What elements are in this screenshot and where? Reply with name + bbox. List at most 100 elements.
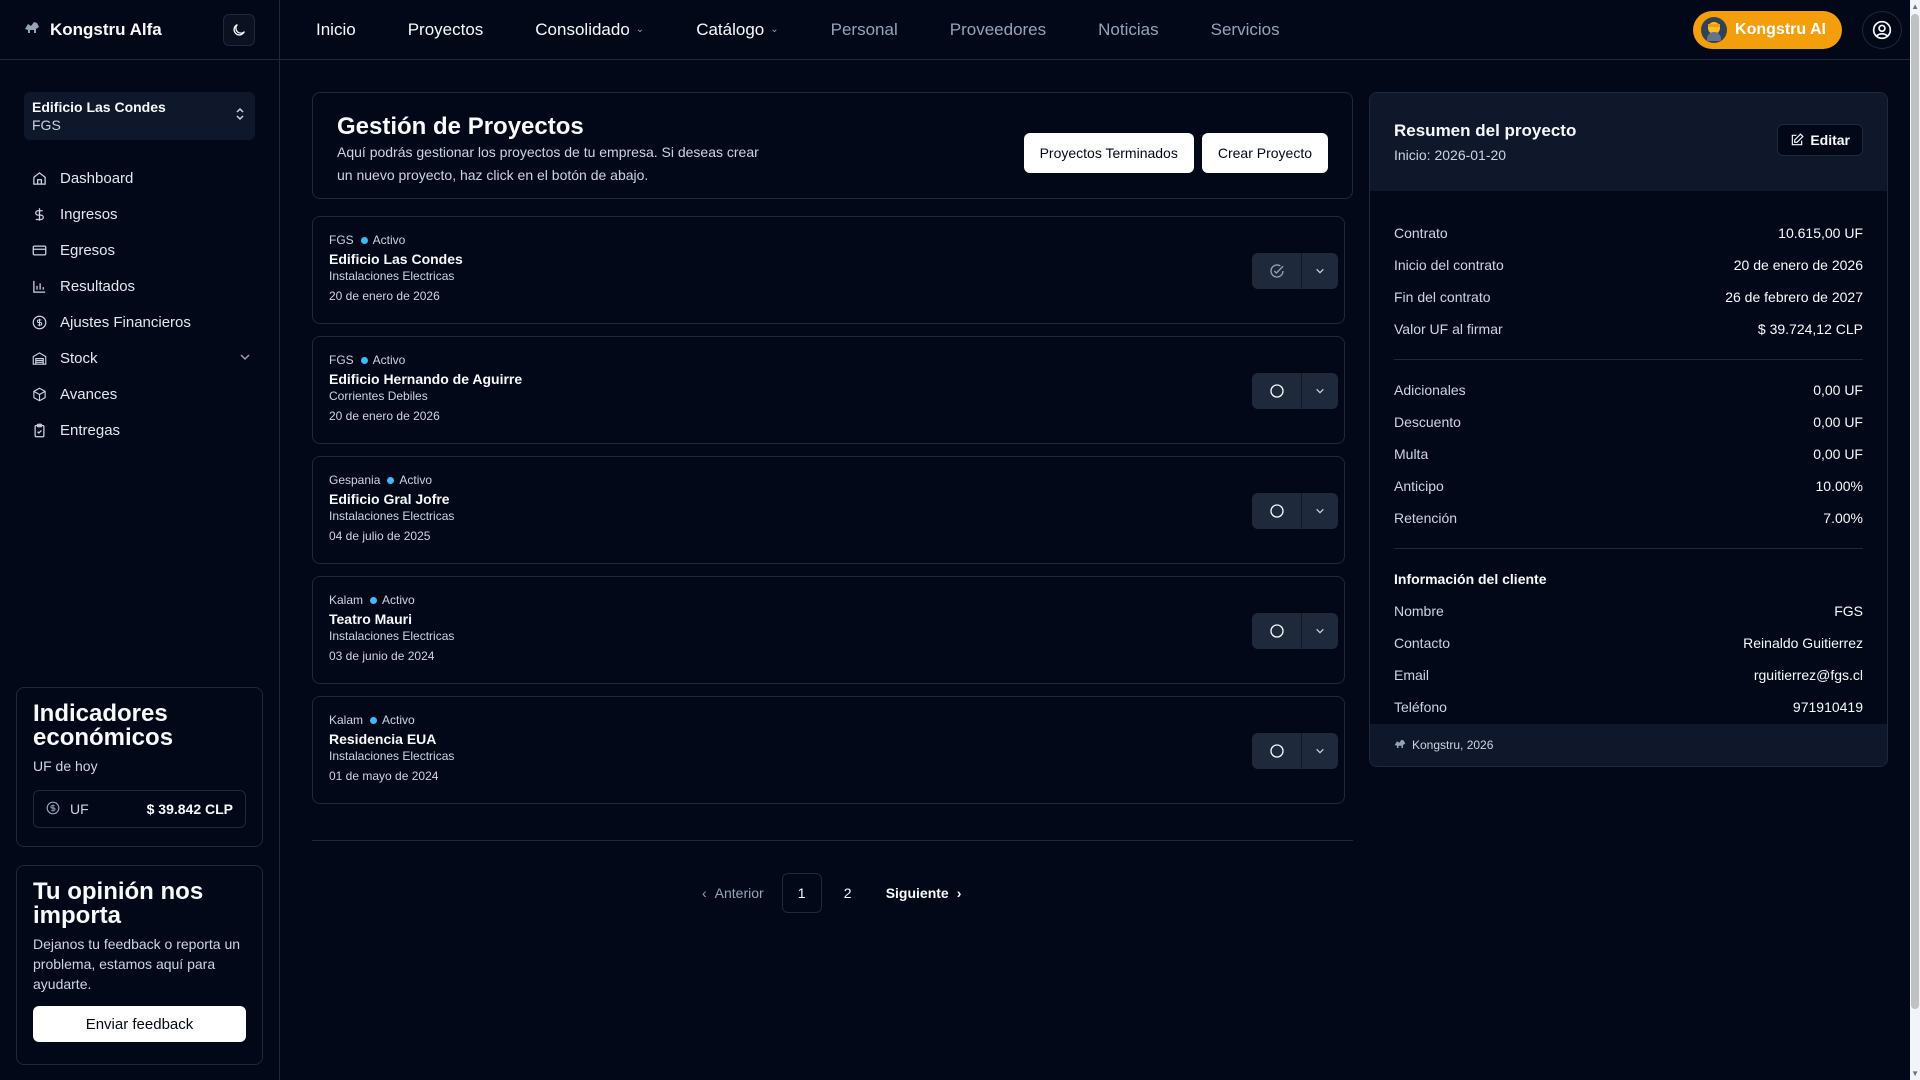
- brand-row: Kongstru Alfa: [0, 0, 279, 60]
- summary-row: Email rguitierrez@fgs.cl: [1394, 659, 1863, 691]
- expand-project-button[interactable]: [1302, 266, 1338, 276]
- summary-key: Teléfono: [1394, 699, 1447, 715]
- project-card[interactable]: FGS Activo Edificio Las Condes Instalacio…: [312, 216, 1345, 324]
- edit-icon: [1792, 133, 1804, 146]
- page-description: Aquí podrás gestionar los proyectos de t…: [337, 144, 759, 183]
- summary-row: Inicio del contrato 20 de enero de 2026: [1394, 249, 1863, 281]
- summary-value: 10.615,00 UF: [1778, 225, 1863, 241]
- summary-body: Contrato 10.615,00 UF Inicio del contrato…: [1370, 191, 1887, 723]
- pagination-page-2[interactable]: 2: [828, 873, 868, 913]
- nav-inicio[interactable]: Inicio: [316, 20, 356, 40]
- nav-label: Consolidado: [535, 19, 630, 39]
- expand-project-button[interactable]: [1302, 506, 1338, 516]
- kongstru-ai-button[interactable]: Kongstru AI: [1693, 11, 1842, 49]
- project-actions: [1252, 493, 1338, 529]
- sidebar-item-label: Resultados: [60, 277, 136, 295]
- economic-indicators-subtitle: UF de hoy: [33, 758, 98, 774]
- summary-key: Valor UF al firmar: [1394, 321, 1503, 337]
- project-name: Residencia EUA: [329, 731, 437, 747]
- project-actions: [1252, 733, 1338, 769]
- project-type: Instalaciones Electricas: [329, 269, 455, 283]
- summary-value: rguitierrez@fgs.cl: [1753, 667, 1863, 683]
- project-selector-client: FGS: [32, 117, 61, 133]
- logo-icon: [24, 20, 40, 39]
- summary-value: Reinaldo Guitierrez: [1743, 635, 1863, 651]
- project-list: FGS Activo Edificio Las Condes Instalacio…: [312, 216, 1345, 816]
- sidebar-item-resultados[interactable]: Resultados: [24, 268, 255, 304]
- expand-project-button[interactable]: [1302, 746, 1338, 756]
- nav-noticias[interactable]: Noticias: [1098, 20, 1158, 40]
- scroll-up-icon[interactable]: ▲: [1911, 2, 1919, 11]
- scroll-down-icon[interactable]: ▼: [1911, 1069, 1919, 1078]
- scrollbar-thumb[interactable]: [1911, 14, 1919, 1009]
- select-project-button[interactable]: [1252, 373, 1302, 409]
- summary-key: Descuento: [1394, 414, 1461, 430]
- kongstru-ai-label: Kongstru AI: [1735, 21, 1826, 38]
- nav-proyectos[interactable]: Proyectos: [408, 20, 484, 40]
- project-card[interactable]: Gespania Activo Edificio Gral Jofre Insta…: [312, 456, 1345, 564]
- summary-header: Resumen del proyecto Inicio: 2026-01-20 …: [1370, 93, 1887, 191]
- select-project-button[interactable]: [1252, 493, 1302, 529]
- page-scrollbar[interactable]: ▲ ▼: [1910, 0, 1920, 1080]
- project-date: 20 de enero de 2026: [329, 289, 440, 303]
- coin-icon: [28, 315, 50, 330]
- sidebar-item-ingresos[interactable]: Ingresos: [24, 196, 255, 232]
- sidebar-item-ajustes-financieros[interactable]: Ajustes Financieros: [24, 304, 255, 340]
- finished-projects-button[interactable]: Proyectos Terminados: [1023, 133, 1194, 173]
- summary-key: Retención: [1394, 510, 1458, 526]
- select-project-button[interactable]: [1252, 733, 1302, 769]
- project-meta: Gespania Activo: [329, 473, 1328, 487]
- select-project-button[interactable]: [1252, 613, 1302, 649]
- sidebar-item-dashboard[interactable]: Dashboard: [24, 160, 255, 196]
- coin-icon: [46, 801, 60, 818]
- summary-key: Contrato: [1394, 225, 1448, 241]
- sidebar-item-label: Ajustes Financieros: [60, 313, 191, 331]
- summary-footer-text: Kongstru, 2026: [1412, 738, 1494, 752]
- project-status: Activo: [382, 593, 415, 607]
- expand-project-button[interactable]: [1302, 626, 1338, 636]
- feedback-card: Tu opinión nos importa Dejanos tu feedba…: [16, 865, 263, 1065]
- project-card[interactable]: Kalam Activo Teatro Mauri Instalaciones E…: [312, 576, 1345, 684]
- content-divider: [312, 840, 1353, 841]
- nav-servicios[interactable]: Servicios: [1211, 20, 1280, 40]
- create-project-button[interactable]: Crear Proyecto: [1201, 133, 1328, 173]
- economic-indicators-title: Indicadores económicos: [33, 700, 174, 751]
- project-card[interactable]: FGS Activo Edificio Hernando de Aguirre C…: [312, 336, 1345, 444]
- edit-project-button[interactable]: Editar: [1777, 124, 1863, 156]
- nav-proveedores[interactable]: Proveedores: [950, 20, 1046, 40]
- circle-icon: [1269, 504, 1284, 518]
- summary-row: Valor UF al firmar $ 39.724,12 CLP: [1394, 313, 1863, 345]
- send-feedback-button[interactable]: Enviar feedback: [33, 1006, 246, 1042]
- pagination-next-label: Siguiente: [885, 885, 949, 901]
- sidebar-item-entregas[interactable]: Entregas: [24, 412, 255, 448]
- select-project-button[interactable]: [1252, 253, 1302, 289]
- credit-card-icon: [28, 243, 50, 258]
- summary-value: 0,00 UF: [1813, 414, 1863, 430]
- ai-avatar-icon: [1701, 17, 1728, 43]
- summary-row: Teléfono 971910419: [1394, 691, 1863, 723]
- project-card[interactable]: Kalam Activo Residencia EUA Instalaciones…: [312, 696, 1345, 804]
- pagination-page-1[interactable]: 1: [781, 873, 822, 913]
- project-selector[interactable]: Edificio Las Condes FGS: [24, 92, 255, 140]
- summary-row: Anticipo 10.00%: [1394, 470, 1863, 502]
- theme-toggle-button[interactable]: [223, 13, 255, 46]
- sidebar-item-egresos[interactable]: Egresos: [24, 232, 255, 268]
- sidebar-item-stock[interactable]: Stock: [24, 340, 255, 376]
- project-date: 03 de junio de 2024: [329, 649, 435, 663]
- summary-value: FGS: [1834, 603, 1863, 619]
- pagination-next-button[interactable]: Siguiente ›: [874, 873, 974, 913]
- summary-key: Multa: [1394, 446, 1429, 462]
- sidebar-item-label: Dashboard: [60, 169, 134, 187]
- sidebar-item-label: Ingresos: [60, 205, 118, 223]
- expand-project-button[interactable]: [1302, 386, 1338, 396]
- chevron-right-icon: ›: [956, 885, 962, 901]
- nav-consolidado[interactable]: Consolidado ⌄: [535, 20, 644, 40]
- nav-catalogo[interactable]: Catálogo ⌄: [696, 20, 778, 40]
- uf-indicator: UF $ 39.842 CLP: [33, 790, 246, 828]
- user-menu-button[interactable]: [1862, 11, 1902, 49]
- nav-personal[interactable]: Personal: [831, 20, 898, 40]
- sidebar-item-avances[interactable]: Avances: [24, 376, 255, 412]
- summary-row: Multa 0,00 UF: [1394, 438, 1863, 470]
- warehouse-icon: [28, 351, 50, 366]
- pagination-prev-button[interactable]: ‹ Anterior: [690, 873, 776, 913]
